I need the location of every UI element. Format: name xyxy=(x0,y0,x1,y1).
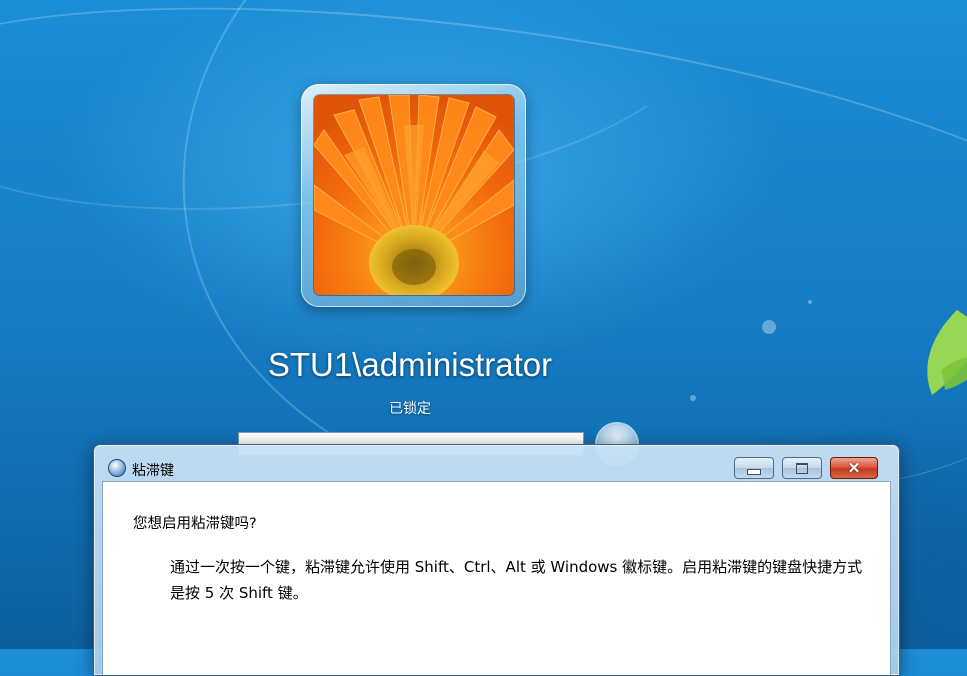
dialog-question: 您想启用粘滞键吗? xyxy=(133,516,257,532)
background-bubble xyxy=(808,300,812,304)
minimize-icon xyxy=(747,469,761,475)
close-button[interactable]: ✕ xyxy=(830,457,878,479)
user-tile-frame xyxy=(301,84,526,307)
user-avatar xyxy=(314,95,514,295)
sticky-keys-dialog: 粘滞键 ✕ 您想启用粘滞键吗? 通过一次按一个键，粘滞键允许使用 Shift、C… xyxy=(93,444,900,676)
maximize-icon xyxy=(796,462,808,474)
locked-status: 已锁定 xyxy=(389,401,431,417)
dialog-content: 您想启用粘滞键吗? 通过一次按一个键，粘滞键允许使用 Shift、Ctrl、Al… xyxy=(102,481,891,675)
background-bubble xyxy=(762,320,776,334)
leaf-decoration xyxy=(927,310,967,395)
dialog-title: 粘滞键 xyxy=(132,463,174,479)
flower-picture-icon xyxy=(314,95,514,295)
minimize-button[interactable] xyxy=(734,457,774,479)
dialog-description: 通过一次按一个键，粘滞键允许使用 Shift、Ctrl、Alt 或 Window… xyxy=(170,558,863,602)
username-label: STU1\administrator xyxy=(267,346,553,383)
accessibility-icon xyxy=(108,459,126,477)
dialog-title-bar[interactable]: 粘滞键 ✕ xyxy=(94,445,899,481)
maximize-button[interactable] xyxy=(782,457,822,479)
close-icon: ✕ xyxy=(847,459,861,477)
